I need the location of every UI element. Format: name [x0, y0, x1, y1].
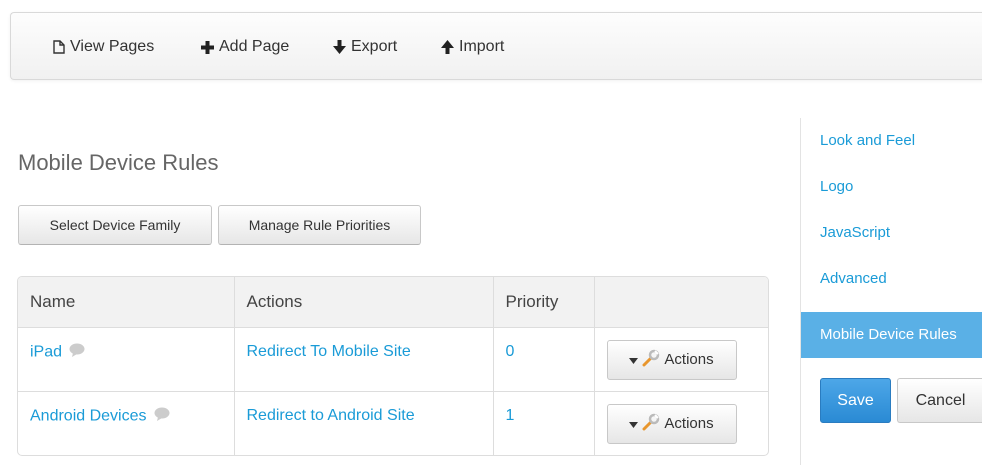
sidebar-item-advanced[interactable]: Advanced: [801, 256, 982, 302]
table-row: iPad Redirect To Mobile Site 0 Actions: [18, 327, 768, 391]
manage-rule-priorities-button[interactable]: Manage Rule Priorities: [218, 205, 421, 245]
header-empty: [593, 277, 768, 327]
actions-dropdown-button[interactable]: Actions: [606, 339, 737, 380]
arrow-down-icon: [333, 40, 346, 54]
priority-cell: 1: [492, 391, 594, 455]
wrench-icon: [642, 413, 660, 435]
name-cell: Android Devices: [18, 391, 234, 455]
priority-cell: 0: [492, 327, 594, 391]
rule-action-link[interactable]: Redirect to Android Site: [247, 407, 415, 424]
settings-side-nav: Look and Feel Logo JavaScript Advanced M…: [800, 118, 982, 465]
rules-table: Name Actions Priority iPad Redirect To M…: [17, 276, 769, 456]
rule-action-link[interactable]: Redirect To Mobile Site: [247, 343, 411, 360]
table-header-row: Name Actions Priority: [18, 277, 768, 327]
select-device-family-button[interactable]: Select Device Family: [18, 205, 212, 245]
action-cell: Redirect to Android Site: [233, 391, 493, 455]
actions-dropdown-button[interactable]: Actions: [606, 403, 737, 444]
caret-down-icon: [629, 351, 639, 368]
header-priority: Priority: [492, 277, 594, 327]
toolbar: View Pages Add Page Export Import: [10, 12, 982, 80]
export-button[interactable]: Export: [333, 38, 397, 56]
actions-label: Actions: [664, 415, 714, 432]
page-title: Mobile Device Rules: [18, 150, 219, 175]
sidebar-item-look-and-feel[interactable]: Look and Feel: [801, 118, 982, 164]
speech-bubble-icon[interactable]: [69, 343, 85, 362]
header-name: Name: [30, 291, 76, 311]
file-icon: [53, 40, 65, 54]
import-label: Import: [459, 38, 505, 55]
sidebar-item-mobile-device-rules[interactable]: Mobile Device Rules: [801, 312, 982, 358]
table-row: Android Devices Redirect to Android Site…: [18, 391, 768, 455]
sidebar-item-javascript[interactable]: JavaScript: [801, 210, 982, 256]
arrow-up-icon: [441, 40, 454, 54]
add-page-label: Add Page: [219, 38, 290, 55]
name-cell: iPad: [18, 327, 234, 391]
export-label: Export: [351, 38, 398, 55]
priority-link[interactable]: 0: [506, 343, 515, 360]
wrench-icon: [642, 349, 660, 371]
actions-label: Actions: [664, 351, 714, 368]
import-button[interactable]: Import: [441, 38, 504, 56]
plus-icon: [201, 40, 214, 54]
caret-down-icon: [629, 415, 639, 432]
save-button[interactable]: Save: [820, 378, 891, 423]
add-page-button[interactable]: Add Page: [201, 38, 289, 56]
view-pages-button[interactable]: View Pages: [53, 38, 154, 56]
rule-name-link[interactable]: iPad: [30, 343, 62, 360]
view-pages-label: View Pages: [70, 38, 155, 55]
action-cell: Redirect To Mobile Site: [233, 327, 493, 391]
priority-link[interactable]: 1: [506, 407, 515, 424]
speech-bubble-icon[interactable]: [154, 407, 170, 426]
rule-name-link[interactable]: Android Devices: [30, 407, 147, 424]
button-cell: Actions: [593, 327, 768, 391]
button-cell: Actions: [593, 391, 768, 455]
cancel-button[interactable]: Cancel: [897, 378, 982, 423]
sidebar-item-logo[interactable]: Logo: [801, 164, 982, 210]
header-actions: Actions: [233, 277, 493, 327]
